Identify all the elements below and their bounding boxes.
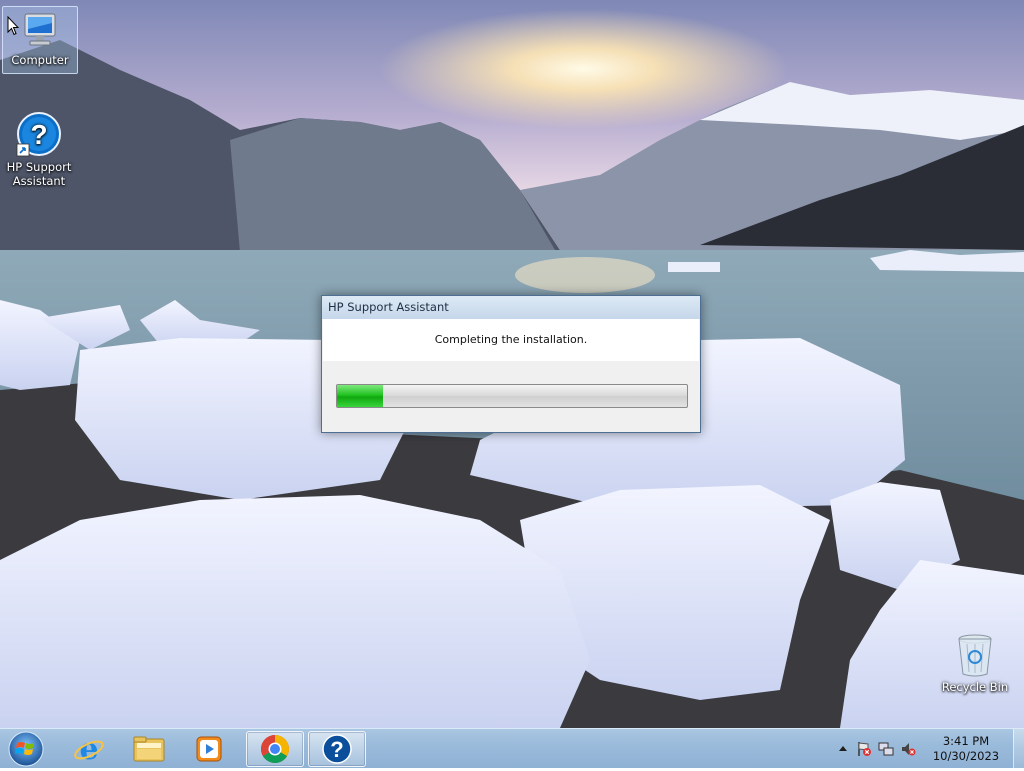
volume-muted-icon[interactable] (900, 741, 916, 757)
taskbar: e ? 3:41 PM 10/30/2023 (0, 728, 1024, 769)
windows-logo-icon (8, 731, 44, 767)
taskbar-windows-explorer[interactable] (120, 731, 178, 767)
desktop-icon-hp-support-assistant[interactable]: ? HP Support Assistant (2, 112, 76, 188)
install-progress-bar (336, 384, 688, 408)
dialog-title: HP Support Assistant (328, 300, 449, 314)
folder-icon (133, 736, 165, 762)
start-button[interactable] (4, 730, 48, 768)
svg-text:?: ? (330, 737, 343, 762)
dialog-message-area: Completing the installation. (323, 319, 699, 361)
internet-explorer-icon: e (74, 733, 104, 765)
show-desktop-button[interactable] (1013, 729, 1024, 769)
clock-time: 3:41 PM (942, 734, 990, 748)
hp-support-assistant-icon: ? (16, 112, 61, 157)
mouse-cursor-icon (7, 16, 19, 36)
desktop-icon-label-line1: HP Support (6, 160, 72, 174)
desktop: Computer ? HP Support Assistant Recycle … (0, 0, 1024, 728)
taskbar-internet-explorer[interactable]: e (60, 731, 118, 767)
svg-text:e: e (79, 733, 98, 765)
recycle-bin-icon (958, 634, 992, 677)
chrome-icon (261, 735, 289, 763)
computer-icon (24, 13, 56, 46)
system-tray: 3:41 PM 10/30/2023 (834, 729, 1024, 769)
taskbar-hp-support-assistant[interactable]: ? (308, 731, 366, 767)
dialog-message: Completing the installation. (434, 333, 588, 346)
taskbar-media-player[interactable] (180, 731, 238, 767)
action-center-flag-icon[interactable] (856, 741, 872, 757)
desktop-icon-label: Recycle Bin (941, 680, 1009, 694)
show-hidden-icons-chevron-icon[interactable] (838, 744, 848, 752)
media-player-icon (196, 736, 222, 762)
clock-date: 10/30/2023 (932, 749, 1000, 763)
network-icon[interactable] (878, 741, 894, 757)
dialog-titlebar[interactable]: HP Support Assistant (322, 296, 700, 319)
desktop-icon-label: Computer (11, 53, 69, 67)
desktop-icon-recycle-bin[interactable]: Recycle Bin (938, 632, 1012, 694)
taskbar-google-chrome[interactable] (246, 731, 304, 767)
clock[interactable]: 3:41 PM 10/30/2023 (926, 734, 1006, 764)
svg-text:?: ? (30, 119, 47, 150)
installer-dialog[interactable]: HP Support Assistant Completing the inst… (321, 295, 701, 433)
hp-support-assistant-icon: ? (322, 734, 352, 764)
progress-fill (337, 385, 383, 407)
desktop-icon-label-line2: Assistant (12, 174, 66, 188)
